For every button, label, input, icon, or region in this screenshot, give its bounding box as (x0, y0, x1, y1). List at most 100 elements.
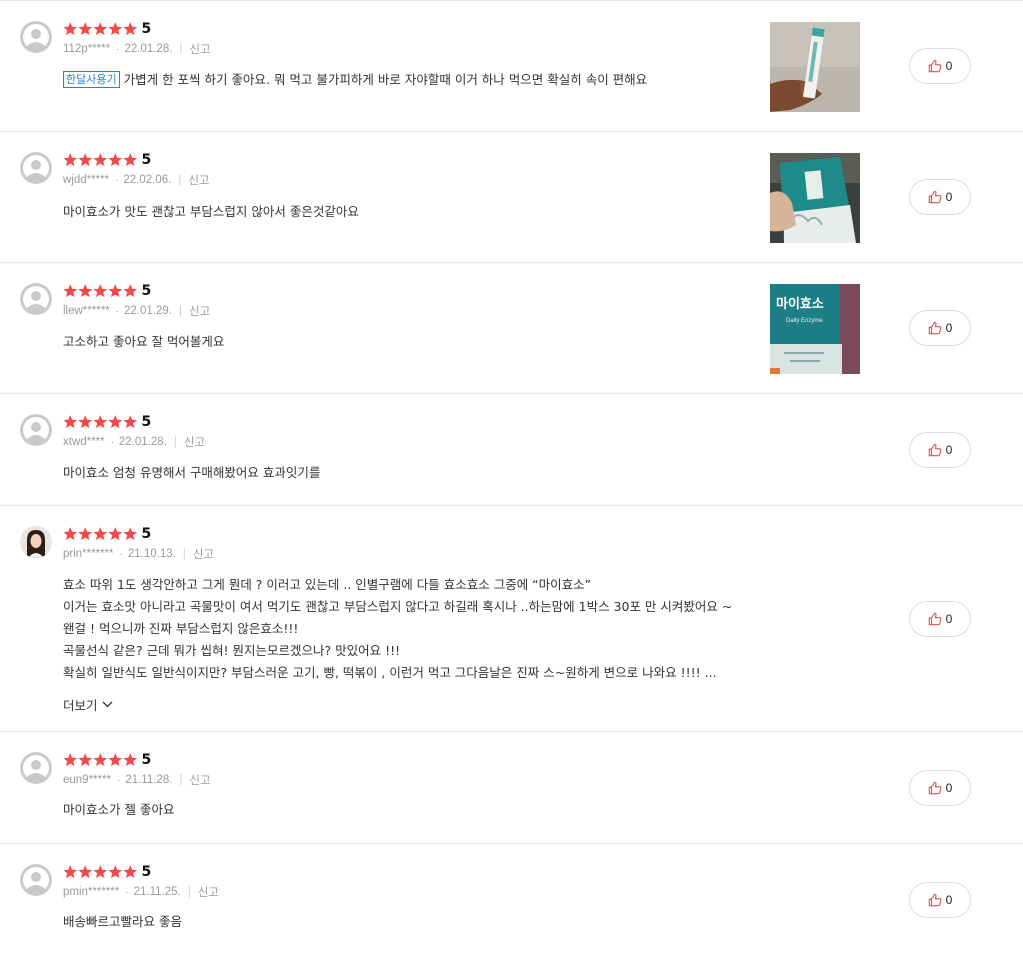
star-icon (63, 22, 78, 36)
star-icon (78, 284, 93, 298)
thumbs-up-icon (928, 321, 942, 335)
star-icon (93, 22, 107, 36)
more-button[interactable]: 더보기 (63, 695, 113, 714)
review-item: 5 llew****** · 22.01.29. | 신고 고소하고 좋아요 잘… (0, 263, 1023, 394)
star-icon (108, 153, 122, 167)
star-icon (78, 527, 93, 541)
review-text: 마이효소 엄청 유명해서 구매해봤어요 효과잇기를 (63, 465, 321, 480)
avatar (20, 526, 52, 558)
user-id: eun9***** (63, 774, 111, 786)
rating-score: 5 (141, 283, 152, 299)
default-avatar-icon (20, 752, 52, 784)
thumbs-up-icon (928, 190, 942, 204)
review-text: 고소하고 좋아요 잘 먹어볼게요 (63, 334, 225, 349)
like-count: 0 (945, 59, 953, 73)
like-button[interactable]: 0 (909, 601, 971, 637)
user-id: wjdd***** (63, 174, 110, 186)
report-link[interactable]: 신고 (189, 772, 210, 788)
star-icon (78, 22, 93, 36)
chevron-down-icon (102, 701, 112, 708)
rating-score: 5 (141, 526, 152, 542)
avatar (20, 864, 52, 896)
review-list: 5 112p***** · 22.01.28. | 신고 한달사용기 가볍게 한 … (0, 0, 1023, 954)
review-item: 5 eun9***** · 21.11.28. | 신고 마이효소가 젤 좋아요… (0, 732, 1023, 844)
rating-score: 5 (141, 414, 152, 430)
star-icon (78, 153, 93, 167)
report-link[interactable]: 신고 (198, 884, 219, 900)
rating-score: 5 (141, 752, 152, 768)
review-photo[interactable] (770, 153, 860, 243)
review-photo[interactable] (770, 22, 860, 112)
star-rating: 5 (63, 283, 151, 299)
avatar (20, 414, 52, 446)
star-icon (108, 415, 122, 429)
review-date: 22.02.06. (123, 174, 172, 186)
star-icon (93, 284, 107, 298)
avatar (20, 752, 52, 784)
default-avatar-icon (20, 864, 52, 896)
star-rating: 5 (63, 414, 151, 430)
star-icon (63, 527, 78, 541)
thumbs-up-icon (928, 443, 942, 457)
star-icon (63, 284, 78, 298)
report-link[interactable]: 신고 (188, 172, 209, 188)
report-link[interactable]: 신고 (193, 546, 214, 562)
review-item: 5 pmin******* · 21.11.25. | 신고 배송빠르고빨라요 … (0, 844, 1023, 954)
review-meta: xtwd**** · 22.01.28. | 신고 (63, 434, 206, 450)
like-count: 0 (945, 893, 953, 907)
user-id: pmin******* (63, 886, 120, 898)
star-icon (108, 22, 122, 36)
star-icon (108, 865, 122, 879)
review-meta: 112p***** · 22.01.28. | 신고 (63, 41, 211, 57)
thumbs-up-icon (928, 612, 942, 626)
star-icon (122, 753, 137, 767)
like-button[interactable]: 0 (909, 770, 971, 806)
review-meta: wjdd***** · 22.02.06. | 신고 (63, 172, 210, 188)
like-button[interactable]: 0 (909, 179, 971, 215)
star-icon (122, 284, 137, 298)
thumbs-up-icon (928, 781, 942, 795)
review-text: 마이효소가 맛도 괜찮고 부담스럽지 않아서 좋은것같아요 (63, 204, 359, 219)
star-icon (78, 753, 93, 767)
month-usage-badge: 한달사용기 (63, 71, 120, 88)
star-icon (63, 415, 78, 429)
review-date: 22.01.28. (124, 43, 173, 55)
star-icon (63, 865, 78, 879)
star-icon (122, 527, 137, 541)
default-avatar-icon (20, 283, 52, 315)
report-link[interactable]: 신고 (189, 303, 210, 319)
review-item: 5 112p***** · 22.01.28. | 신고 한달사용기 가볍게 한 … (0, 1, 1023, 132)
like-count: 0 (945, 612, 953, 626)
rating-score: 5 (141, 152, 152, 168)
report-link[interactable]: 신고 (189, 41, 210, 57)
review-item: 5 wjdd***** · 22.02.06. | 신고 마이효소가 맛도 괜찮… (0, 132, 1023, 263)
like-button[interactable]: 0 (909, 310, 971, 346)
user-id: 112p***** (63, 43, 111, 55)
like-button[interactable]: 0 (909, 882, 971, 918)
star-icon (108, 284, 122, 298)
review-text: 효소 따위 1도 생각안하고 그게 뭔데 ? 이러고 있는데 .. 인별구램에 … (63, 577, 733, 680)
review-photo[interactable]: 마이효소 Daily Enzyme (770, 284, 860, 374)
review-text: 마이효소가 젤 좋아요 (63, 802, 175, 817)
review-item: 5 xtwd**** · 22.01.28. | 신고 마이효소 엄청 유명해서… (0, 394, 1023, 506)
like-button[interactable]: 0 (909, 48, 971, 84)
review-text: 한달사용기 가볍게 한 포씩 하기 좋아요. 뭐 먹고 불가피하게 바로 자야할때… (63, 69, 647, 91)
star-rating: 5 (63, 152, 151, 168)
star-icon (93, 527, 107, 541)
star-rating: 5 (63, 526, 151, 542)
review-meta: eun9***** · 21.11.28. | 신고 (63, 772, 211, 788)
thumbs-up-icon (928, 59, 942, 73)
like-count: 0 (945, 443, 953, 457)
like-button[interactable]: 0 (909, 432, 971, 468)
star-icon (108, 527, 122, 541)
star-icon (63, 753, 78, 767)
thumbs-up-icon (928, 893, 942, 907)
review-text: 배송빠르고빨라요 좋음 (63, 914, 182, 929)
user-id: llew****** (63, 305, 110, 317)
star-rating: 5 (63, 864, 151, 880)
avatar (20, 283, 52, 315)
report-link[interactable]: 신고 (184, 434, 205, 450)
star-icon (93, 865, 107, 879)
rating-score: 5 (141, 864, 152, 880)
star-icon (122, 865, 137, 879)
